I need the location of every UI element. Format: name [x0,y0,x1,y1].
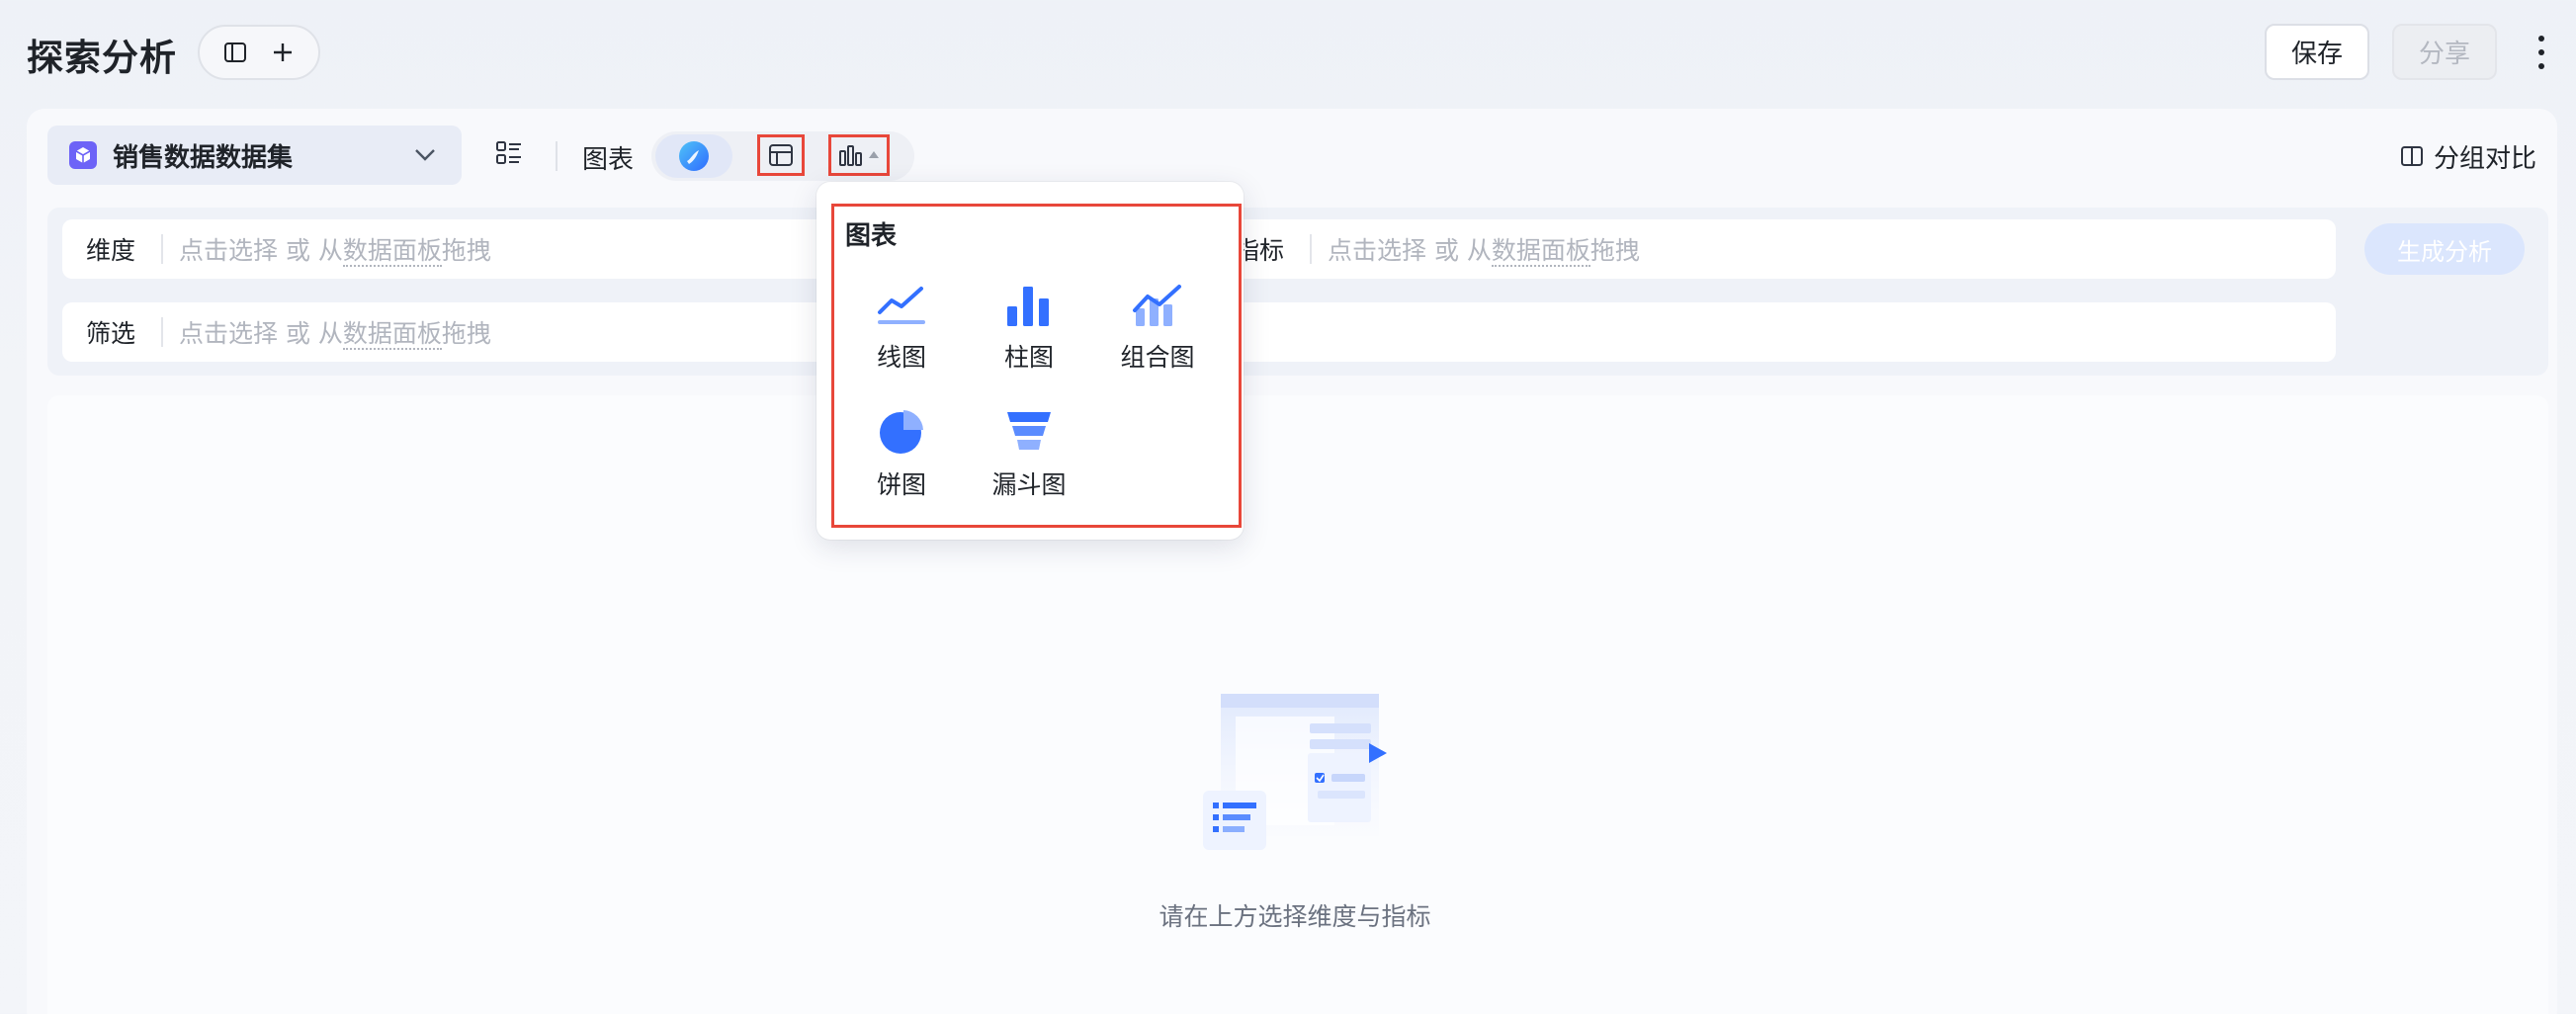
chart-option-line[interactable]: 线图 [842,281,961,380]
sidebar-toggle-button[interactable] [215,33,255,72]
sidebar-toggle-icon [224,42,246,62]
top-bar: 探索分析 保存 分享 [0,0,2576,107]
plus-icon [274,43,292,61]
more-dot-icon [2538,63,2544,69]
chart-option-label: 线图 [876,343,926,372]
share-button[interactable]: 分享 [2392,24,2497,80]
field-list-button[interactable] [494,138,528,172]
list-icon [496,141,521,164]
chart-option-pie[interactable]: 饼图 [842,408,961,507]
dataset-select[interactable]: 销售数据数据集 [47,126,462,185]
field-divider [161,317,163,347]
group-compare-button[interactable]: 分组对比 [2400,138,2536,174]
chart-option-label: 柱图 [1003,343,1054,372]
page-title: 探索分析 [27,37,177,79]
chart-option-label: 漏斗图 [991,470,1067,499]
funnel-chart-icon [1007,412,1051,450]
field-divider [161,234,163,264]
filter-label: 筛选 [86,319,136,348]
save-button[interactable]: 保存 [2265,24,2369,80]
table-icon [769,144,793,166]
chart-option-funnel[interactable]: 漏斗图 [970,408,1088,507]
filter-placeholder: 点击选择 或 从数据面板拖拽 [179,319,491,350]
chart-option-bar[interactable]: 柱图 [970,281,1088,380]
caret-up-icon [869,151,879,158]
more-dot-icon [2538,36,2544,42]
chart-option-label: 组合图 [1120,343,1195,372]
chart-type-button[interactable] [828,134,890,176]
split-view-icon [2401,146,2423,166]
title-button-group [198,25,320,80]
group-compare-label: 分组对比 [2434,143,2537,174]
toolbar-divider [556,141,558,171]
more-dot-icon [2538,49,2544,55]
chart-option-combo[interactable]: 组合图 [1098,281,1217,380]
chart-menu-title: 图表 [845,221,898,251]
bar-chart-icon [839,145,862,166]
pie-chart-icon [880,410,923,454]
chart-view-label: 图表 [582,145,635,175]
field-divider [1310,234,1312,264]
combo-chart-icon [1133,285,1181,326]
add-button[interactable] [263,33,302,72]
dataset-name: 销售数据数据集 [113,142,294,173]
chevron-down-icon [410,140,440,170]
dataset-cube-icon [69,141,97,169]
line-chart-icon [878,287,925,324]
table-view-button[interactable] [757,134,805,176]
metric-label: 指标 [1235,236,1285,265]
bar-chart-icon [1007,287,1049,326]
more-options-button[interactable] [2527,30,2556,75]
chart-option-label: 饼图 [876,470,926,499]
ai-orb-icon [679,141,709,171]
dimension-label: 维度 [86,236,136,265]
metric-placeholder: 点击选择 或 从数据面板拖拽 [1328,236,1640,267]
ai-view-button[interactable] [655,134,732,178]
empty-state-illustration [1201,692,1394,860]
generate-analysis-button[interactable]: 生成分析 [2364,223,2525,275]
dimension-placeholder: 点击选择 或 从数据面板拖拽 [179,236,491,267]
metric-field[interactable]: 指标 点击选择 或 从数据面板拖拽 [1211,219,2336,279]
empty-state-text: 请在上方选择维度与指标 [1159,902,1431,931]
